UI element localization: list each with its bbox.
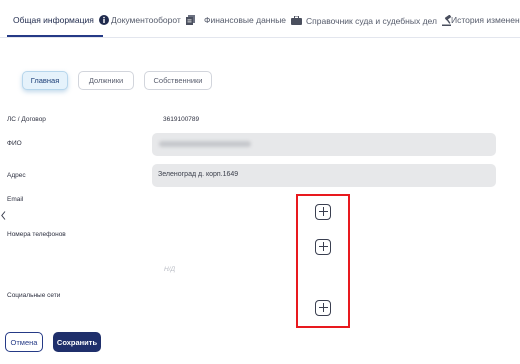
tab-documents[interactable]: Документооборот: [111, 15, 195, 25]
plus-icon: [318, 203, 328, 221]
add-phone-button[interactable]: [315, 239, 331, 255]
account-label: ЛС / Договор: [7, 116, 46, 123]
tab-label: Справочник суда и судебных дел: [306, 15, 437, 26]
address-value: Зеленоград д. корп.1649: [158, 171, 239, 178]
cancel-button[interactable]: Отмена: [5, 332, 43, 352]
tab-financial-data[interactable]: Финансовые данные: [204, 15, 303, 25]
add-email-button[interactable]: [315, 204, 331, 220]
tab-general-info[interactable]: Общая информация: [13, 15, 109, 25]
save-button[interactable]: Сохранить: [53, 332, 101, 352]
social-label: Социальные сети: [7, 292, 61, 299]
documents-icon: [185, 15, 195, 25]
phones-empty-value: Н/Д: [164, 266, 176, 273]
fio-field[interactable]: [152, 133, 496, 156]
tab-label: Общая информация: [13, 15, 94, 25]
plus-icon: [318, 299, 328, 317]
tab-label: Документооборот: [111, 15, 181, 25]
email-label: Email: [7, 196, 24, 203]
tab-label: История изменен: [451, 15, 520, 25]
fio-value-blurred: [159, 141, 251, 147]
tab-bar: Общая информация Документооборот Финансо…: [0, 0, 520, 38]
briefcase-icon: [291, 15, 303, 25]
fio-label: ФИО: [7, 140, 22, 147]
account-value: 3619100789: [163, 116, 200, 123]
plus-icon: [318, 238, 328, 256]
tab-label: Финансовые данные: [204, 15, 287, 25]
active-tab-indicator: [7, 35, 103, 37]
add-social-button[interactable]: [315, 300, 331, 316]
subtab-main[interactable]: Главная: [22, 71, 68, 90]
subtab-debtors[interactable]: Должники: [78, 71, 134, 90]
address-label: Адрес: [7, 172, 26, 179]
tab-change-history[interactable]: История изменен: [451, 15, 520, 25]
phones-label: Номера телефонов: [7, 231, 66, 238]
info-icon: [98, 15, 109, 25]
tab-court-reference[interactable]: Справочник суда и судебных дел: [306, 15, 454, 26]
subtab-owners[interactable]: Собственники: [144, 71, 212, 90]
address-field[interactable]: Зеленоград д. корп.1649: [152, 164, 496, 187]
chevron-left-icon[interactable]: [1, 207, 6, 225]
